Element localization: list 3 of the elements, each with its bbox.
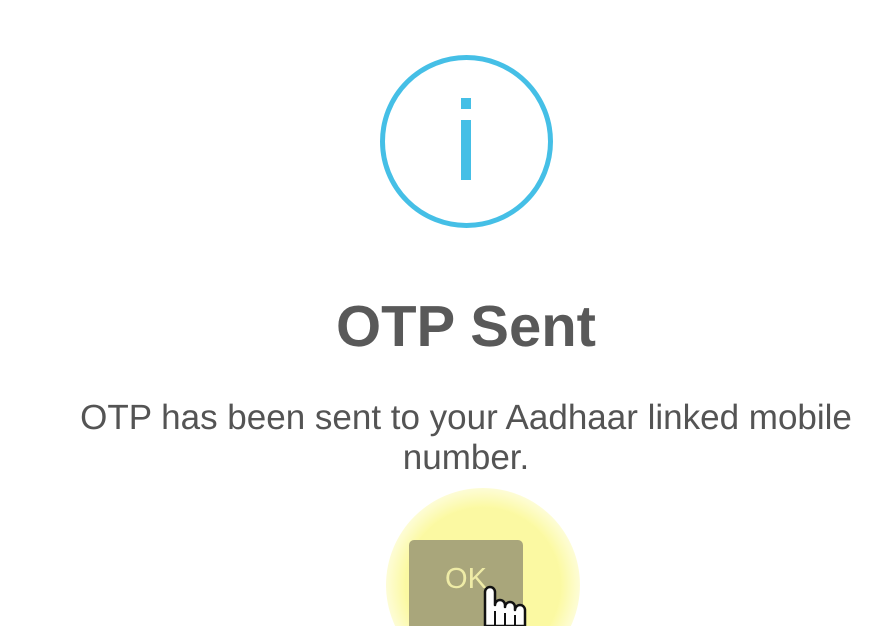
dialog-message: OTP has been sent to your Aadhaar linked mobile number. (79, 398, 853, 478)
dialog-title: OTP Sent (336, 293, 596, 361)
info-icon (380, 55, 552, 228)
